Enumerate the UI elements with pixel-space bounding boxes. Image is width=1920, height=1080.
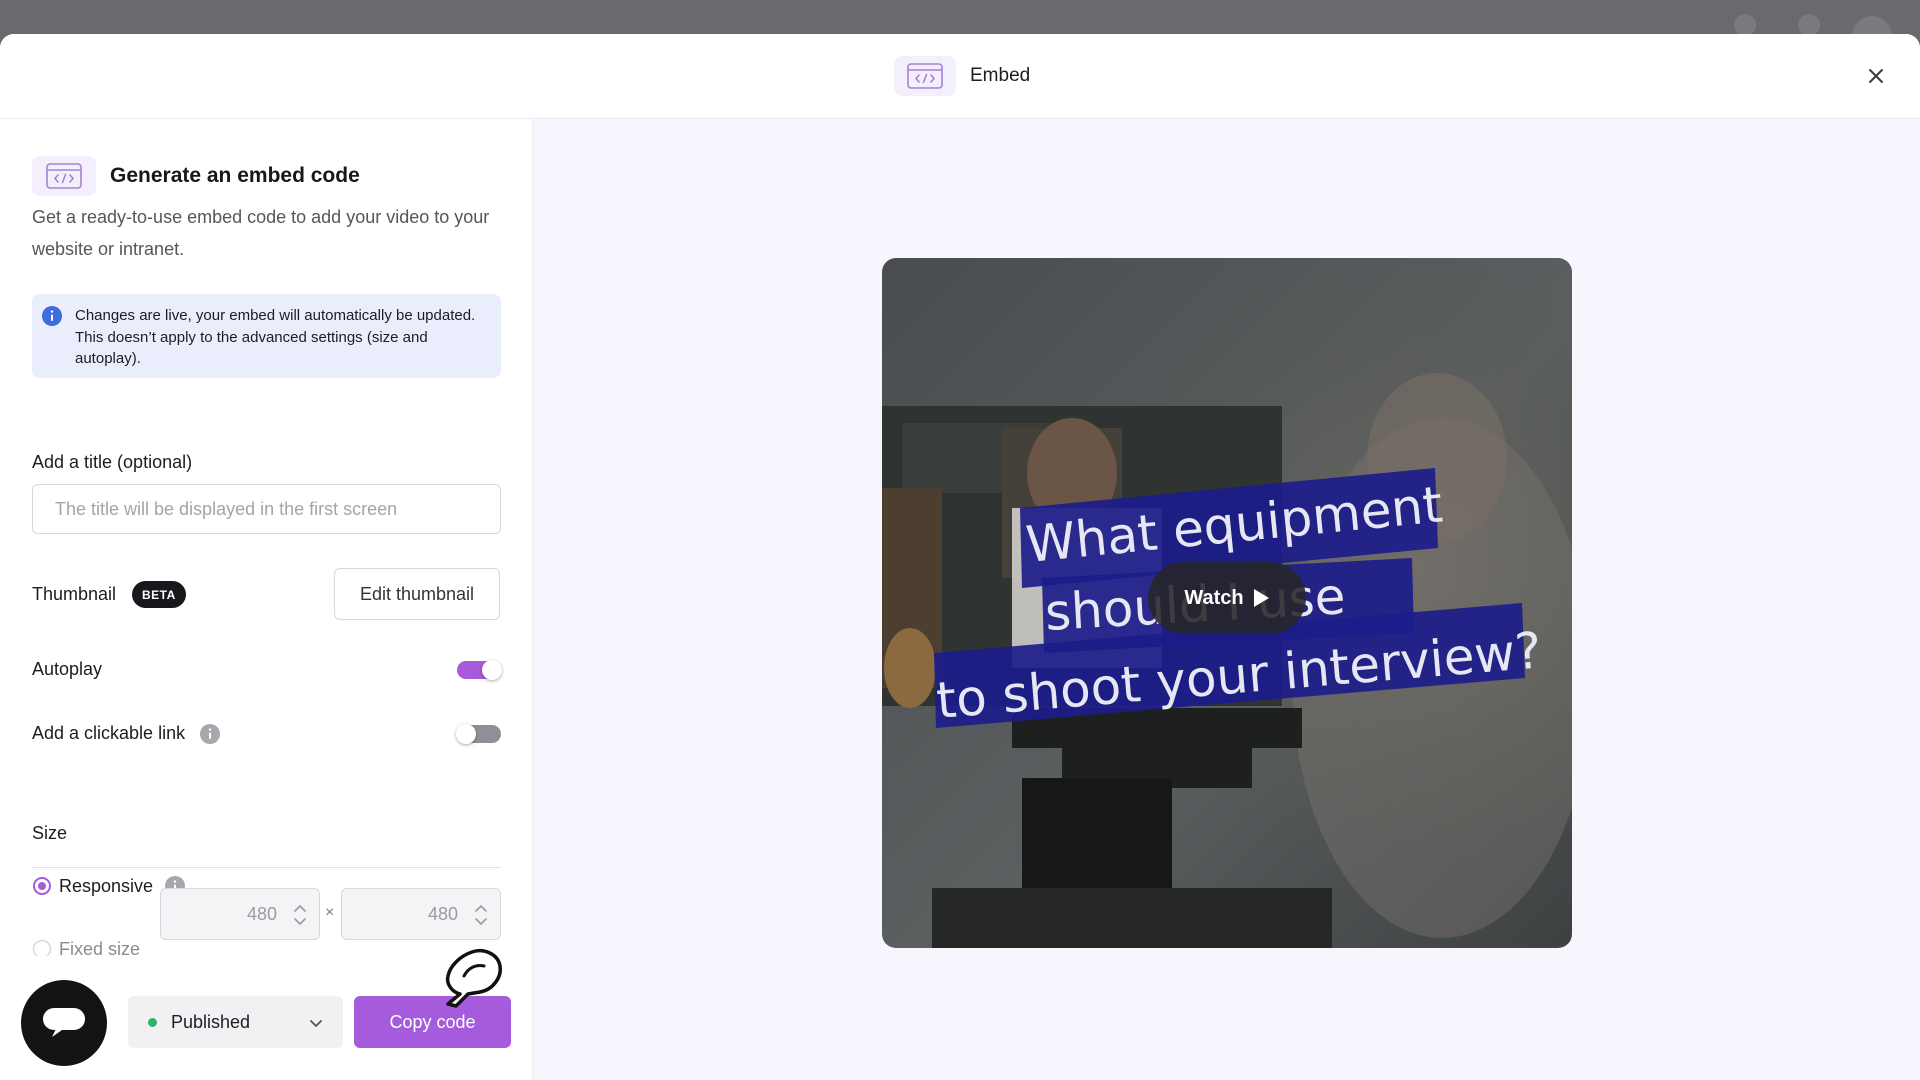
watch-button[interactable]: Watch — [1148, 562, 1306, 634]
chevron-down-icon — [310, 1020, 322, 1028]
title-field-label: Add a title (optional) — [32, 452, 193, 472]
modal-title: Embed — [970, 65, 1031, 86]
beta-badge: BETA — [132, 581, 186, 608]
panel-title: Generate an embed code — [110, 164, 360, 187]
notice-text: Changes are live, your embed will automa… — [75, 307, 476, 367]
height-input[interactable]: 480 — [341, 888, 501, 940]
close-icon — [1869, 69, 1883, 83]
background-app-icon — [1734, 14, 1756, 36]
live-changes-notice: Changes are live, your embed will automa… — [32, 294, 501, 378]
modal-header: Embed — [0, 34, 1920, 119]
info-icon[interactable] — [200, 724, 220, 744]
status-indicator — [148, 1018, 157, 1027]
embed-code-icon — [894, 56, 956, 96]
status-label: Published — [171, 1012, 251, 1032]
chat-support-button[interactable] — [21, 980, 107, 1066]
clickable-link-label: Add a clickable link — [32, 723, 186, 743]
height-value: 480 — [427, 904, 458, 924]
pointer-hand-icon — [445, 949, 502, 1008]
watch-label: Watch — [1184, 586, 1244, 609]
edit-thumbnail-button[interactable]: Edit thumbnail — [334, 568, 500, 620]
modal-title-group: Embed — [894, 56, 1030, 96]
responsive-option-label: Responsive — [59, 876, 154, 896]
title-input[interactable] — [32, 484, 501, 534]
publish-status-dropdown[interactable]: Published — [128, 996, 343, 1048]
autoplay-label: Autoplay — [32, 659, 103, 679]
clickable-link-toggle[interactable] — [456, 724, 501, 744]
width-value: 480 — [246, 904, 277, 924]
play-icon — [1253, 589, 1269, 607]
size-label: Size — [32, 823, 68, 843]
thumbnail-label: Thumbnail — [32, 584, 117, 604]
size-separator: × — [325, 904, 335, 921]
background-app-icon — [1798, 14, 1820, 36]
panel-description: Get a ready-to-use embed code to add you… — [32, 207, 490, 259]
background-app-bar — [0, 0, 1920, 34]
info-icon — [42, 306, 62, 326]
section-heading: Generate an embed code — [32, 156, 360, 196]
embed-code-icon — [32, 156, 96, 196]
divider — [32, 867, 501, 868]
stepper-icon[interactable] — [474, 901, 488, 929]
close-button[interactable] — [1862, 62, 1890, 90]
chat-icon — [43, 1008, 85, 1037]
autoplay-toggle[interactable] — [457, 660, 502, 680]
responsive-radio[interactable] — [33, 877, 51, 895]
embed-modal: Embed Generate an embed code Get a ready… — [0, 34, 1920, 1080]
stepper-icon[interactable] — [293, 901, 307, 929]
width-input[interactable]: 480 — [160, 888, 320, 940]
